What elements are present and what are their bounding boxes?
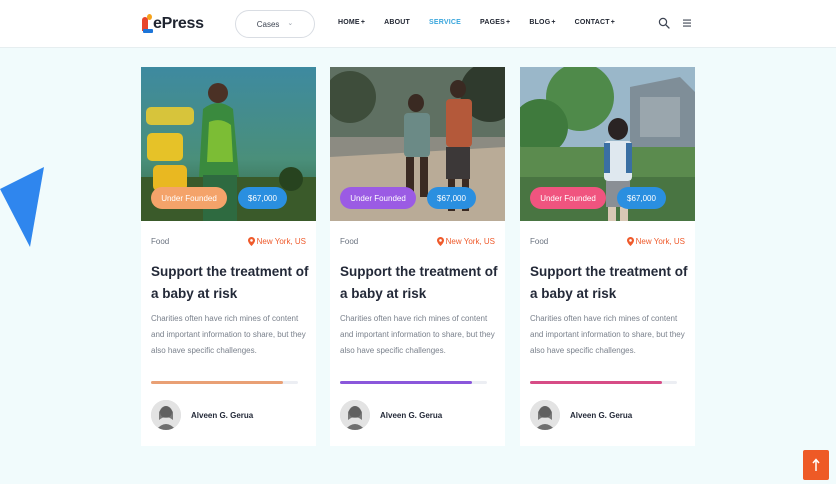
chevron-down-icon: ⌄: [287, 20, 294, 27]
nav-item-home[interactable]: HOME+: [338, 19, 365, 26]
avatar: [530, 400, 560, 430]
card-description: Charities often have rich mines of conte…: [151, 314, 306, 355]
search-icon[interactable]: [658, 17, 670, 29]
main-nav: HOME+ ABOUT SERVICE PAGES+ BLOG+ CONTACT…: [338, 19, 634, 26]
author: Alveen G. Gerua: [530, 400, 632, 430]
location-label: New York, US: [256, 237, 306, 246]
nav-item-contact[interactable]: CONTACT+: [575, 19, 615, 26]
logo-mark-icon: [142, 14, 153, 34]
menu-icon[interactable]: [682, 18, 692, 28]
map-pin-icon: [626, 237, 634, 246]
category-label[interactable]: Food: [530, 237, 548, 246]
cause-card[interactable]: Under Founded $67,000 Food New York, US …: [520, 67, 695, 446]
cause-card[interactable]: Under Founded $67,000 Food New York, US …: [330, 67, 505, 446]
author-name[interactable]: Alveen G. Gerua: [191, 411, 253, 420]
card-title[interactable]: Support the treatment of a baby at risk: [151, 261, 309, 305]
card-title[interactable]: Support the treatment of a baby at risk: [340, 261, 498, 305]
location: New York, US: [436, 237, 495, 246]
progress-fill: [340, 381, 473, 384]
author-name[interactable]: Alveen G. Gerua: [380, 411, 442, 420]
status-badge: Under Founded: [340, 187, 416, 209]
card-meta: Food New York, US: [151, 237, 306, 246]
avatar: [340, 400, 370, 430]
cause-card[interactable]: Under Founded $67,000 Food New York, US …: [141, 67, 316, 446]
nav-item-about[interactable]: ABOUT: [384, 19, 410, 26]
progress-fill: [530, 381, 663, 384]
location-label: New York, US: [635, 237, 685, 246]
cases-dropdown-label: Cases: [256, 19, 280, 29]
avatar: [151, 400, 181, 430]
location-label: New York, US: [445, 237, 495, 246]
progress-fill: [151, 381, 284, 384]
location: New York, US: [626, 237, 685, 246]
card-description: Charities often have rich mines of conte…: [340, 314, 495, 355]
amount-badge: $67,000: [427, 187, 476, 209]
status-badge: Under Founded: [530, 187, 606, 209]
location: New York, US: [247, 237, 306, 246]
map-pin-icon: [247, 237, 255, 246]
logo-text: ePress: [153, 15, 204, 32]
site-header: ePress Cases ⌄ HOME+ ABOUT SERVICE PAGES…: [0, 0, 836, 48]
card-meta: Food New York, US: [530, 237, 685, 246]
category-label[interactable]: Food: [151, 237, 169, 246]
progress-bar: [340, 381, 487, 384]
card-description: Charities often have rich mines of conte…: [530, 314, 685, 355]
author: Alveen G. Gerua: [151, 400, 253, 430]
author-name[interactable]: Alveen G. Gerua: [570, 411, 632, 420]
map-pin-icon: [436, 237, 444, 246]
amount-badge: $67,000: [617, 187, 666, 209]
arrow-up-icon: [812, 458, 820, 471]
cause-image: Under Founded $67,000: [520, 67, 695, 221]
decorative-triangle: [0, 167, 44, 247]
back-to-top-button[interactable]: [803, 450, 829, 480]
status-badge: Under Founded: [151, 187, 227, 209]
card-title[interactable]: Support the treatment of a baby at risk: [530, 261, 688, 305]
logo[interactable]: ePress: [142, 14, 204, 34]
card-meta: Food New York, US: [340, 237, 495, 246]
category-label[interactable]: Food: [340, 237, 358, 246]
nav-item-service[interactable]: SERVICE: [429, 19, 461, 26]
nav-item-pages[interactable]: PAGES+: [480, 19, 510, 26]
nav-item-blog[interactable]: BLOG+: [529, 19, 555, 26]
progress-bar: [530, 381, 677, 384]
cause-image: Under Founded $67,000: [330, 67, 505, 221]
cause-image: Under Founded $67,000: [141, 67, 316, 221]
cases-dropdown[interactable]: Cases ⌄: [235, 10, 315, 38]
amount-badge: $67,000: [238, 187, 287, 209]
progress-bar: [151, 381, 298, 384]
author: Alveen G. Gerua: [340, 400, 442, 430]
